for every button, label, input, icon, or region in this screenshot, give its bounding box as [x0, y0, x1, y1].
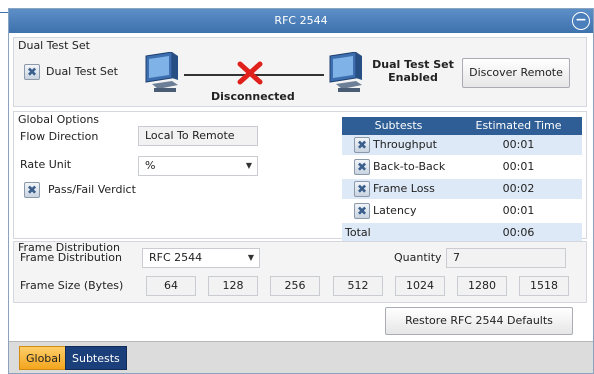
x-mark-icon: ✖: [356, 182, 368, 196]
pass-fail-label: Pass/Fail Verdict: [48, 183, 136, 196]
quantity-label: Quantity: [394, 251, 442, 264]
discover-remote-button[interactable]: Discover Remote: [462, 58, 570, 88]
frame-size-cell[interactable]: 512: [333, 276, 383, 296]
local-computer-icon: [145, 52, 178, 92]
frame-size-cell[interactable]: 1280: [457, 276, 507, 296]
dual-test-set-checkbox[interactable]: ✖: [24, 64, 40, 80]
subtest-name: Throughput: [373, 138, 437, 151]
title-bar: RFC 2544 −: [9, 9, 593, 33]
bottom-tab-bar: Global Subtests: [9, 341, 593, 373]
remote-status: Dual Test Set Enabled: [368, 58, 458, 84]
total-time: 00:06: [502, 226, 535, 239]
connection-status: Disconnected: [211, 90, 295, 103]
caret-down-icon: ▼: [247, 253, 254, 262]
subtest-name: Back-to-Back: [373, 160, 446, 173]
frame-size-cell[interactable]: 64: [146, 276, 196, 296]
subtest-time: 00:01: [502, 138, 535, 151]
subtest-name: Frame Loss: [373, 182, 435, 195]
tab-subtests[interactable]: Subtests: [65, 346, 127, 370]
frame-size-label: Frame Size (Bytes): [20, 279, 124, 292]
frame-size-row: 64 128 256 512 1024 1280 1518: [146, 276, 570, 296]
frame-distribution-value: RFC 2544: [149, 251, 203, 264]
subtests-column-header: Subtests: [374, 119, 423, 132]
subtest-row-back-to-back[interactable]: ✖ Back-to-Back 00:01: [342, 157, 582, 177]
window-title: RFC 2544: [274, 14, 328, 27]
subtest-row-latency[interactable]: ✖ Latency 00:01: [342, 201, 582, 221]
throughput-checkbox[interactable]: ✖: [354, 137, 370, 153]
subtest-row-throughput[interactable]: ✖ Throughput 00:01: [342, 135, 582, 155]
dual-test-set-group: Dual Test Set ✖ Dual Test Set Disconnect…: [13, 37, 587, 107]
frame-size-cell[interactable]: 1518: [519, 276, 569, 296]
dual-test-set-title: Dual Test Set: [18, 39, 90, 52]
restore-defaults-button[interactable]: Restore RFC 2544 Defaults: [385, 307, 573, 335]
remote-status-line2: Enabled: [388, 71, 438, 84]
subtest-time: 00:01: [502, 160, 535, 173]
rate-unit-select[interactable]: % ▼: [138, 156, 258, 176]
back-to-back-checkbox[interactable]: ✖: [354, 159, 370, 175]
flow-direction-label: Flow Direction: [20, 130, 99, 143]
rfc2544-panel: RFC 2544 − Dual Test Set ✖ Dual Test Set…: [8, 8, 594, 374]
subtest-time: 00:01: [502, 204, 535, 217]
red-x-icon: [237, 61, 263, 85]
subtests-table: Subtests Estimated Time (H:MM) ✖ Through…: [342, 117, 582, 243]
frame-distribution-group: Frame Distribution Frame Distribution RF…: [13, 241, 587, 303]
remote-computer-icon: [329, 52, 362, 92]
subtest-row-frame-loss[interactable]: ✖ Frame Loss 00:02: [342, 179, 582, 199]
remote-status-line1: Dual Test Set: [372, 58, 454, 71]
quantity-field[interactable]: 7: [446, 248, 566, 268]
latency-checkbox[interactable]: ✖: [354, 203, 370, 219]
x-mark-icon: ✖: [26, 65, 38, 79]
window-edge-line: [0, 12, 8, 13]
frame-distribution-select[interactable]: RFC 2544 ▼: [142, 248, 260, 268]
total-label: Total: [345, 226, 371, 239]
frame-size-cell[interactable]: 128: [208, 276, 258, 296]
subtests-total-row: Total 00:06: [342, 223, 582, 243]
frame-size-cell[interactable]: 256: [270, 276, 320, 296]
rate-unit-label: Rate Unit: [20, 158, 72, 171]
x-mark-icon: ✖: [356, 160, 368, 174]
pass-fail-checkbox[interactable]: ✖: [24, 182, 40, 198]
tab-global[interactable]: Global: [19, 346, 69, 370]
flow-direction-field[interactable]: Local To Remote: [138, 126, 258, 146]
dual-test-set-label: Dual Test Set: [46, 65, 118, 78]
global-options-title: Global Options: [18, 113, 100, 126]
frame-loss-checkbox[interactable]: ✖: [354, 181, 370, 197]
caret-down-icon: ▼: [245, 161, 252, 170]
rate-unit-value: %: [145, 159, 156, 172]
frame-size-cell[interactable]: 1024: [395, 276, 445, 296]
subtests-table-header: Subtests Estimated Time (H:MM): [342, 117, 582, 150]
subtest-time: 00:02: [502, 182, 535, 195]
collapse-icon[interactable]: −: [572, 12, 590, 30]
x-mark-icon: ✖: [26, 183, 38, 197]
frame-distribution-label: Frame Distribution: [20, 251, 122, 264]
subtest-name: Latency: [373, 204, 417, 217]
x-mark-icon: ✖: [356, 204, 368, 218]
x-mark-icon: ✖: [356, 138, 368, 152]
